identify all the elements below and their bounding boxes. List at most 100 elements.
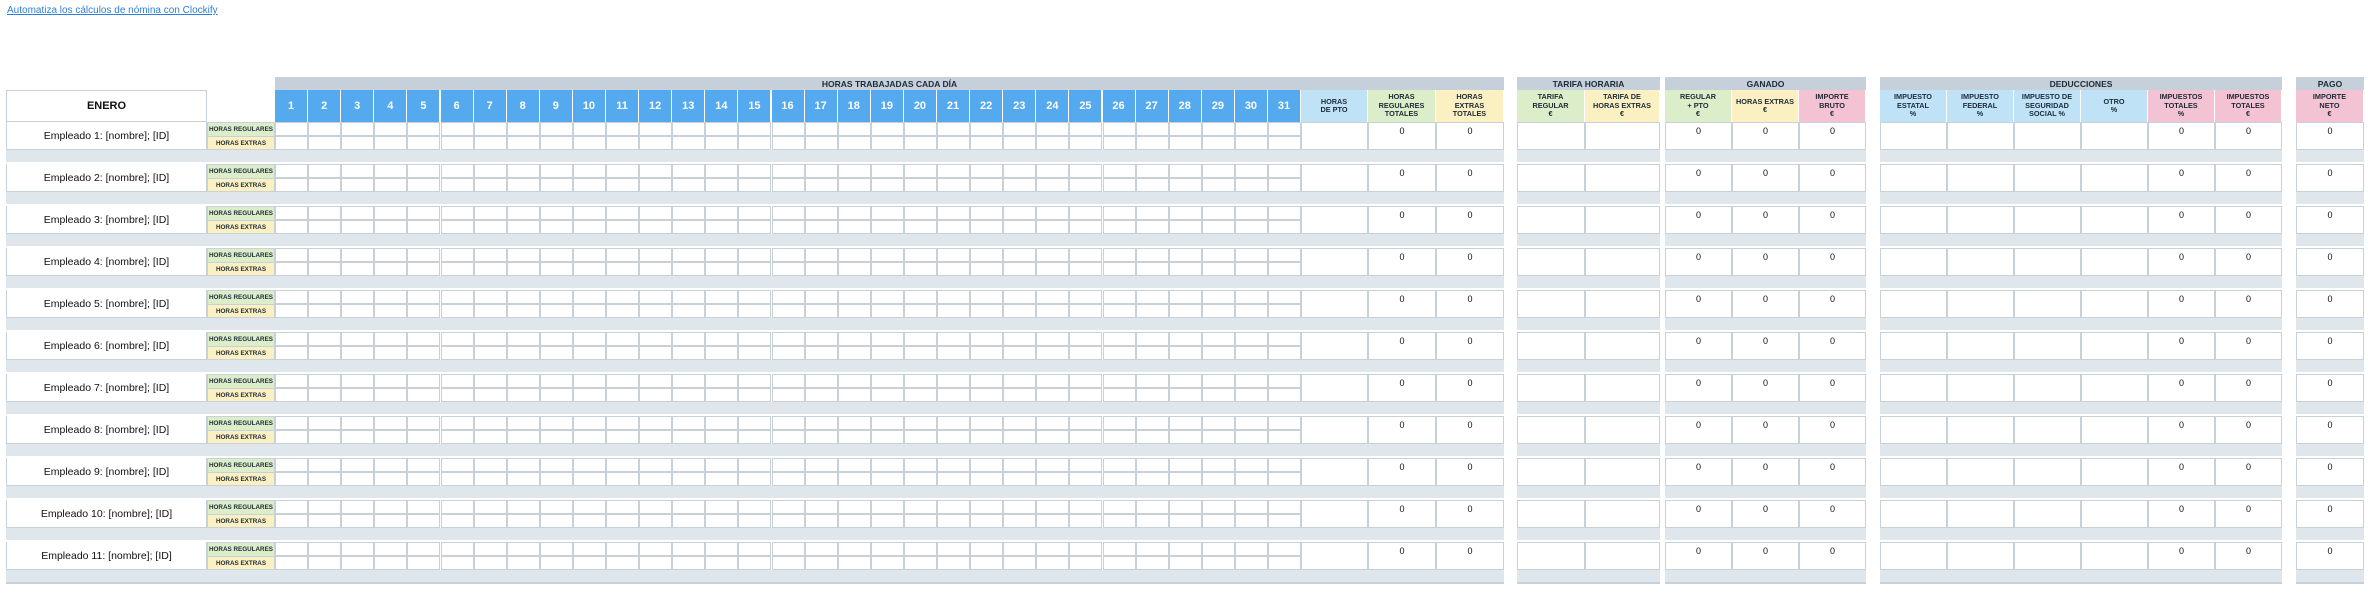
hours-input-cell[interactable] xyxy=(705,556,739,570)
hours-input-cell[interactable] xyxy=(1234,416,1268,430)
hours-input-cell[interactable] xyxy=(275,304,309,318)
hours-input-cell[interactable] xyxy=(1036,262,1070,276)
hours-input-cell[interactable] xyxy=(506,262,540,276)
hours-input-cell[interactable] xyxy=(275,206,309,220)
hours-input-cell[interactable] xyxy=(672,290,706,304)
pto-hours-cell[interactable] xyxy=(1301,332,1368,360)
tax-other-cell[interactable] xyxy=(2081,290,2148,318)
hours-input-cell[interactable] xyxy=(606,290,640,304)
hours-input-cell[interactable] xyxy=(837,388,871,402)
hours-input-cell[interactable] xyxy=(672,248,706,262)
hours-input-cell[interactable] xyxy=(738,374,772,388)
hours-input-cell[interactable] xyxy=(1036,136,1070,150)
hours-input-cell[interactable] xyxy=(738,136,772,150)
rate-reg-cell[interactable] xyxy=(1517,416,1585,444)
hours-input-cell[interactable] xyxy=(705,136,739,150)
hours-input-cell[interactable] xyxy=(738,290,772,304)
rate-ext-cell[interactable] xyxy=(1585,248,1660,276)
hours-input-cell[interactable] xyxy=(606,556,640,570)
hours-input-cell[interactable] xyxy=(308,500,342,514)
hours-input-cell[interactable] xyxy=(506,220,540,234)
hours-input-cell[interactable] xyxy=(473,514,507,528)
hours-input-cell[interactable] xyxy=(903,178,937,192)
hours-input-cell[interactable] xyxy=(1069,514,1103,528)
hours-input-cell[interactable] xyxy=(308,248,342,262)
hours-input-cell[interactable] xyxy=(1168,164,1202,178)
hours-input-cell[interactable] xyxy=(1168,374,1202,388)
hours-input-cell[interactable] xyxy=(970,206,1004,220)
hours-input-cell[interactable] xyxy=(837,416,871,430)
hours-input-cell[interactable] xyxy=(473,122,507,136)
hours-input-cell[interactable] xyxy=(970,290,1004,304)
hours-input-cell[interactable] xyxy=(572,514,606,528)
tax-fed-cell[interactable] xyxy=(1947,290,2014,318)
hours-input-cell[interactable] xyxy=(1234,206,1268,220)
hours-input-cell[interactable] xyxy=(970,430,1004,444)
hours-input-cell[interactable] xyxy=(870,458,904,472)
hours-input-cell[interactable] xyxy=(1234,262,1268,276)
hours-input-cell[interactable] xyxy=(672,500,706,514)
hours-input-cell[interactable] xyxy=(837,164,871,178)
hours-input-cell[interactable] xyxy=(1102,122,1136,136)
hours-input-cell[interactable] xyxy=(1168,500,1202,514)
pto-hours-cell[interactable] xyxy=(1301,542,1368,570)
hours-input-cell[interactable] xyxy=(1003,206,1037,220)
hours-input-cell[interactable] xyxy=(506,332,540,346)
hours-input-cell[interactable] xyxy=(1069,262,1103,276)
rate-ext-cell[interactable] xyxy=(1585,500,1660,528)
hours-input-cell[interactable] xyxy=(738,248,772,262)
hours-input-cell[interactable] xyxy=(1003,122,1037,136)
hours-input-cell[interactable] xyxy=(374,332,408,346)
hours-input-cell[interactable] xyxy=(407,122,441,136)
hours-input-cell[interactable] xyxy=(440,206,474,220)
hours-input-cell[interactable] xyxy=(970,262,1004,276)
tax-other-cell[interactable] xyxy=(2081,500,2148,528)
hours-input-cell[interactable] xyxy=(539,374,573,388)
hours-input-cell[interactable] xyxy=(341,304,375,318)
hours-input-cell[interactable] xyxy=(473,178,507,192)
hours-input-cell[interactable] xyxy=(804,164,838,178)
hours-input-cell[interactable] xyxy=(1135,388,1169,402)
tax-ss-cell[interactable] xyxy=(2014,248,2081,276)
tax-ss-cell[interactable] xyxy=(2014,164,2081,192)
hours-input-cell[interactable] xyxy=(374,248,408,262)
tax-other-cell[interactable] xyxy=(2081,374,2148,402)
hours-input-cell[interactable] xyxy=(1003,346,1037,360)
hours-input-cell[interactable] xyxy=(738,458,772,472)
hours-input-cell[interactable] xyxy=(1201,514,1235,528)
tax-other-cell[interactable] xyxy=(2081,332,2148,360)
hours-input-cell[interactable] xyxy=(374,220,408,234)
hours-input-cell[interactable] xyxy=(771,248,805,262)
hours-input-cell[interactable] xyxy=(1036,472,1070,486)
hours-input-cell[interactable] xyxy=(572,290,606,304)
hours-input-cell[interactable] xyxy=(639,556,673,570)
hours-input-cell[interactable] xyxy=(440,500,474,514)
hours-input-cell[interactable] xyxy=(1135,556,1169,570)
rate-reg-cell[interactable] xyxy=(1517,164,1585,192)
hours-input-cell[interactable] xyxy=(804,472,838,486)
hours-input-cell[interactable] xyxy=(771,164,805,178)
hours-input-cell[interactable] xyxy=(970,332,1004,346)
hours-input-cell[interactable] xyxy=(572,416,606,430)
hours-input-cell[interactable] xyxy=(639,332,673,346)
hours-input-cell[interactable] xyxy=(606,388,640,402)
hours-input-cell[interactable] xyxy=(1069,122,1103,136)
hours-input-cell[interactable] xyxy=(407,346,441,360)
hours-input-cell[interactable] xyxy=(903,458,937,472)
hours-input-cell[interactable] xyxy=(903,430,937,444)
hours-input-cell[interactable] xyxy=(771,500,805,514)
hours-input-cell[interactable] xyxy=(374,374,408,388)
hours-input-cell[interactable] xyxy=(1003,262,1037,276)
hours-input-cell[interactable] xyxy=(506,304,540,318)
hours-input-cell[interactable] xyxy=(1102,374,1136,388)
hours-input-cell[interactable] xyxy=(275,430,309,444)
hours-input-cell[interactable] xyxy=(639,346,673,360)
hours-input-cell[interactable] xyxy=(1003,374,1037,388)
hours-input-cell[interactable] xyxy=(407,374,441,388)
rate-reg-cell[interactable] xyxy=(1517,542,1585,570)
tax-ss-cell[interactable] xyxy=(2014,542,2081,570)
hours-input-cell[interactable] xyxy=(970,514,1004,528)
hours-input-cell[interactable] xyxy=(1003,178,1037,192)
hours-input-cell[interactable] xyxy=(572,206,606,220)
hours-input-cell[interactable] xyxy=(1036,248,1070,262)
